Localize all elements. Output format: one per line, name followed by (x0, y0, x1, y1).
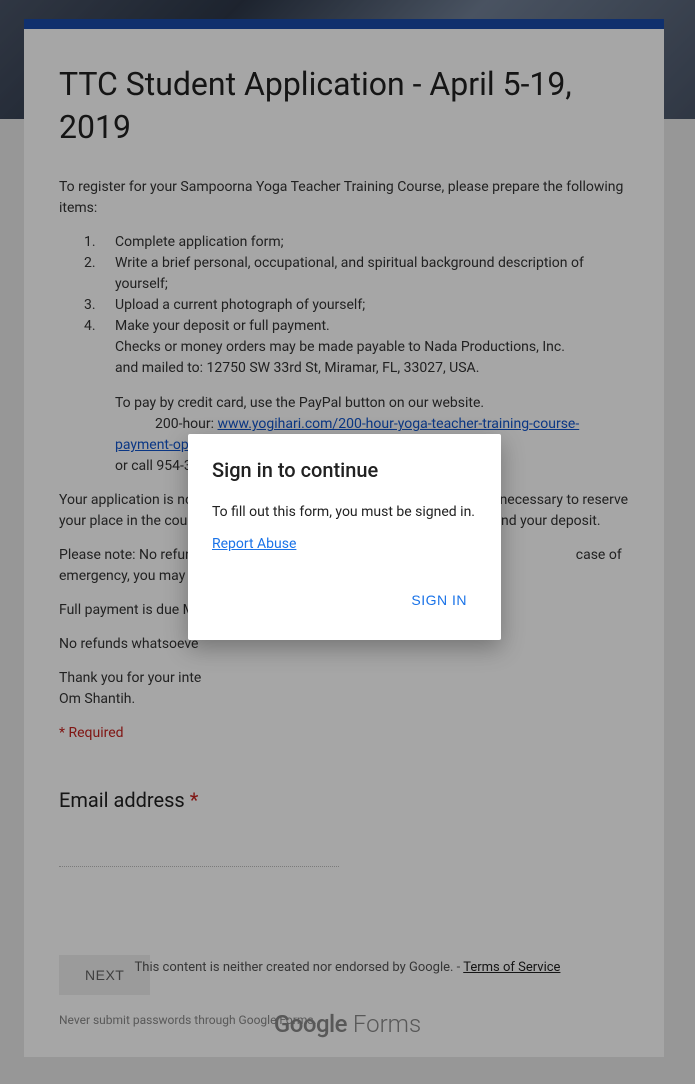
signin-modal: Sign in to continue To fill out this for… (188, 434, 501, 640)
report-abuse-link[interactable]: Report Abuse (212, 536, 296, 552)
modal-title: Sign in to continue (212, 458, 477, 482)
modal-body-text: To fill out this form, you must be signe… (212, 502, 477, 523)
sign-in-button[interactable]: SIGN IN (401, 584, 477, 616)
